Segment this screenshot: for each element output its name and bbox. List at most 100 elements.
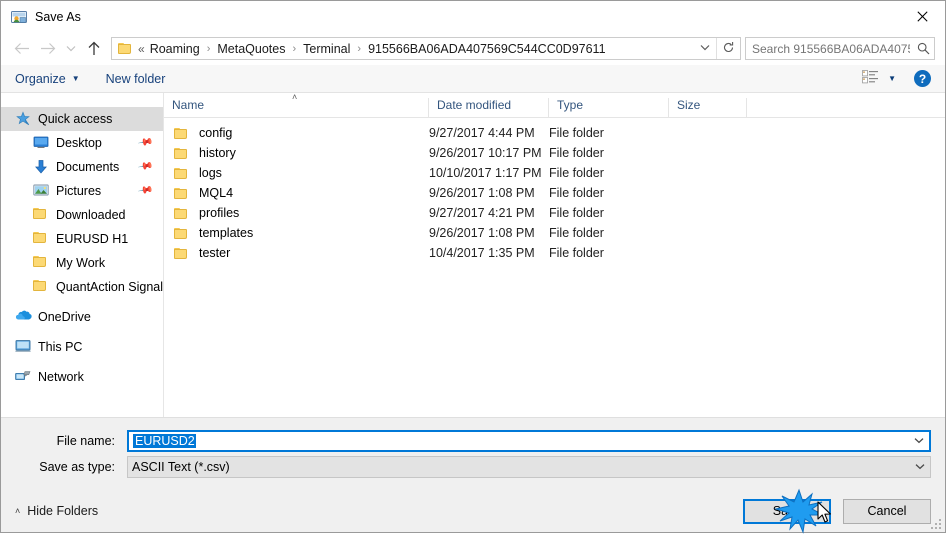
sidebar-item-this-pc[interactable]: This PC — [1, 335, 163, 359]
file-name-cell: templates — [164, 226, 429, 240]
file-date-cell: 10/4/2017 1:35 PM — [429, 246, 535, 260]
folder-icon — [174, 227, 190, 240]
breadcrumb-item-2[interactable]: Terminal — [302, 42, 351, 56]
folder-icon — [33, 207, 49, 223]
sidebar-item-quantaction-signal[interactable]: QuantAction Signal — [1, 275, 163, 299]
refresh-icon[interactable] — [717, 41, 740, 57]
file-type-cell: File folder — [549, 226, 604, 240]
folder-icon — [174, 187, 190, 200]
search-input[interactable] — [746, 40, 912, 57]
table-row[interactable]: tester 10/4/2017 1:35 PM File folder — [164, 243, 945, 263]
folder-icon — [33, 255, 49, 271]
file-name-cell: logs — [164, 166, 429, 180]
file-name-input[interactable]: EURUSD2 — [127, 430, 931, 452]
column-header-type[interactable]: Type — [549, 98, 669, 117]
change-view-button[interactable]: ▼ — [862, 70, 896, 87]
documents-download-icon — [33, 159, 49, 175]
file-name-label: templates — [199, 226, 254, 240]
arrow-up-icon[interactable] — [81, 37, 107, 61]
column-header-size[interactable]: Size — [669, 98, 747, 117]
table-row[interactable]: templates 9/26/2017 1:08 PM File folder — [164, 223, 945, 243]
breadcrumb-item-1[interactable]: MetaQuotes — [216, 42, 286, 56]
organize-button[interactable]: Organize ▼ — [15, 72, 80, 86]
sidebar-item-downloaded[interactable]: Downloaded — [1, 203, 163, 227]
save-as-type-select[interactable]: ASCII Text (*.csv) — [127, 456, 931, 478]
resize-grip[interactable] — [929, 517, 941, 529]
pin-icon[interactable]: 📌 — [137, 182, 154, 198]
file-date-cell: 9/27/2017 4:44 PM — [429, 126, 535, 140]
cancel-button[interactable]: Cancel — [843, 498, 931, 524]
table-row[interactable]: profiles 9/27/2017 4:21 PM File folder — [164, 203, 945, 223]
folder-icon — [118, 42, 133, 55]
navigation-pane: Quick access Desktop 📌 Documents 📌 Pictu… — [1, 93, 164, 417]
address-chevron-down-icon[interactable] — [694, 43, 716, 54]
address-bar[interactable]: « Roaming › MetaQuotes › Terminal › 9155… — [111, 37, 741, 60]
close-icon[interactable] — [900, 1, 945, 31]
pictures-icon — [33, 183, 49, 199]
chevron-down-icon[interactable] — [909, 436, 929, 447]
sidebar-item-onedrive[interactable]: OneDrive — [1, 305, 163, 329]
file-name-label: history — [199, 146, 236, 160]
sidebar-item-my-work[interactable]: My Work — [1, 251, 163, 275]
sidebar-item-label: QuantAction Signal — [56, 280, 163, 294]
pin-icon[interactable]: 📌 — [137, 134, 154, 150]
sidebar-item-pictures[interactable]: Pictures 📌 — [1, 179, 163, 203]
file-name-label: profiles — [199, 206, 240, 220]
chevron-up-icon: ˄ — [15, 506, 21, 516]
sidebar-item-desktop[interactable]: Desktop 📌 — [1, 131, 163, 155]
recent-locations-chevron-down-icon[interactable] — [61, 37, 81, 61]
help-icon[interactable]: ? — [914, 70, 931, 87]
sidebar-item-label: EURUSD H1 — [56, 232, 129, 246]
arrow-left-icon[interactable] — [9, 37, 35, 61]
save-button[interactable]: Save — [743, 498, 831, 524]
sidebar-item-eurusd-h1[interactable]: EURUSD H1 — [1, 227, 163, 251]
file-name-row: File name: EURUSD2 — [15, 430, 931, 452]
breadcrumb-separator-icon: › — [206, 42, 211, 55]
file-type-cell: File folder — [549, 166, 604, 180]
breadcrumb-item-3[interactable]: 915566BA06ADA407569C544CC0D97611 — [367, 42, 606, 56]
table-row[interactable]: history 9/26/2017 10:17 PM File folder — [164, 143, 945, 163]
chevron-down-icon[interactable] — [910, 462, 930, 473]
save-as-dialog: Save As « Roaming › MetaQuotes › Termina… — [0, 0, 946, 534]
file-name-cell: history — [164, 146, 429, 160]
breadcrumb-separator-icon: › — [357, 42, 362, 55]
search-box[interactable] — [745, 37, 935, 60]
hide-folders-label: Hide Folders — [27, 504, 99, 518]
file-rows: config 9/27/2017 4:44 PM File folder his… — [164, 118, 945, 417]
file-date-cell: 10/10/2017 1:17 PM — [429, 166, 542, 180]
network-icon — [15, 369, 31, 385]
sidebar-item-label: This PC — [38, 340, 83, 354]
file-date-cell: 9/27/2017 4:21 PM — [429, 206, 535, 220]
file-name-label: logs — [199, 166, 222, 180]
breadcrumb-item-0[interactable]: Roaming — [149, 42, 201, 56]
folder-icon — [33, 279, 49, 295]
hide-folders-button[interactable]: ˄ Hide Folders — [15, 504, 98, 518]
table-row[interactable]: logs 10/10/2017 1:17 PM File folder — [164, 163, 945, 183]
file-list-pane: ˄ Name Date modified Type Size config 9/… — [164, 93, 945, 417]
folder-icon — [174, 167, 190, 180]
sidebar-item-quick-access[interactable]: Quick access — [1, 107, 163, 131]
file-name-label: File name: — [56, 434, 115, 448]
pin-icon[interactable]: 📌 — [137, 158, 154, 174]
new-folder-button[interactable]: New folder — [106, 72, 166, 86]
file-name-label: MQL4 — [199, 186, 234, 200]
breadcrumb-overflow[interactable]: « — [138, 42, 149, 56]
file-type-cell: File folder — [549, 186, 604, 200]
folder-icon — [174, 207, 190, 220]
sidebar-item-documents[interactable]: Documents 📌 — [1, 155, 163, 179]
file-name-label: tester — [199, 246, 231, 260]
window-title: Save As — [35, 9, 81, 24]
folder-icon — [174, 127, 190, 140]
save-as-type-label: Save as type: — [39, 460, 115, 474]
sidebar-item-label: My Work — [56, 256, 106, 270]
sidebar-item-network[interactable]: Network — [1, 365, 163, 389]
table-row[interactable]: config 9/27/2017 4:44 PM File folder — [164, 123, 945, 143]
arrow-right-icon[interactable] — [35, 37, 61, 61]
table-row[interactable]: MQL4 9/26/2017 1:08 PM File folder — [164, 183, 945, 203]
file-name-cell: tester — [164, 246, 429, 260]
column-header-date-modified[interactable]: Date modified — [429, 98, 549, 117]
sidebar-item-label: Pictures — [56, 184, 102, 198]
file-date-cell: 9/26/2017 10:17 PM — [429, 146, 542, 160]
search-icon[interactable] — [912, 42, 934, 55]
dialog-body: Quick access Desktop 📌 Documents 📌 Pictu… — [1, 93, 945, 417]
